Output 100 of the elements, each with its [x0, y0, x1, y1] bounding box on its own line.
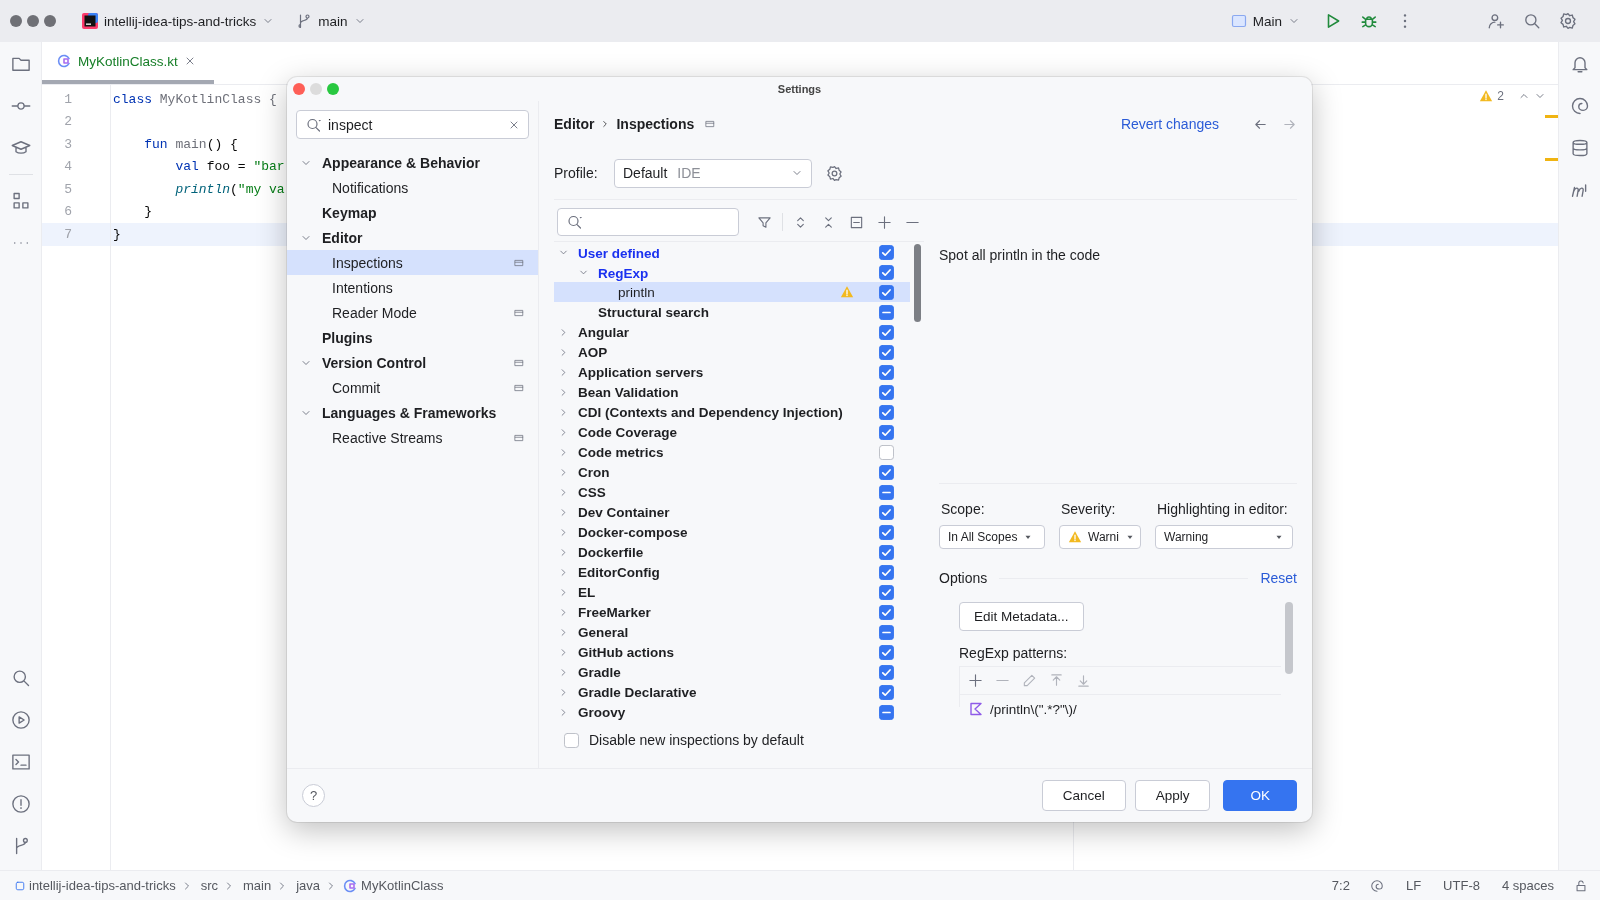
add-icon[interactable]	[877, 214, 892, 230]
settings-nav-item[interactable]: Keymap	[287, 200, 538, 225]
inspection-row[interactable]: Application servers	[554, 362, 910, 382]
checkbox[interactable]	[879, 544, 894, 560]
reset-link[interactable]: Reset	[1260, 570, 1297, 586]
path-crumb[interactable]: intellij-idea-tips-and-tricks	[29, 878, 176, 893]
file-encoding[interactable]: UTF-8	[1443, 878, 1480, 893]
settings-nav-item[interactable]: Notifications	[287, 175, 538, 200]
search-field[interactable]: inspect	[296, 110, 529, 139]
inspection-row[interactable]: AOP	[554, 342, 910, 362]
inspection-row[interactable]: Structural search	[554, 302, 910, 322]
search-field[interactable]	[557, 208, 739, 236]
checkbox[interactable]	[879, 604, 894, 620]
highlighting-dropdown[interactable]: Warning	[1155, 525, 1293, 549]
checkbox[interactable]	[879, 704, 894, 720]
spiral-icon[interactable]	[1569, 96, 1590, 116]
severity-dropdown[interactable]: Warni	[1059, 525, 1141, 549]
path-crumb[interactable]: main	[243, 878, 272, 893]
inspection-row[interactable]: Cron	[554, 462, 910, 482]
checkbox[interactable]	[879, 644, 894, 660]
add-user-icon[interactable]	[1487, 12, 1505, 30]
window-control[interactable]	[44, 15, 56, 27]
window-control[interactable]	[27, 15, 39, 27]
inspection-row[interactable]: Code metrics	[554, 442, 910, 462]
checkbox[interactable]	[879, 264, 894, 280]
run-icon[interactable]	[10, 710, 31, 730]
dialog-button[interactable]: Apply	[1134, 780, 1211, 811]
inspection-row[interactable]: RegExp	[554, 262, 910, 282]
search-icon[interactable]	[1523, 12, 1541, 30]
profile-dropdown[interactable]: Default IDE	[614, 158, 812, 188]
terminal-icon[interactable]	[10, 752, 31, 772]
inspection-row[interactable]: println	[554, 282, 910, 302]
project-selector[interactable]: intellij-idea-tips-and-tricks	[76, 9, 281, 33]
problems-icon[interactable]	[10, 794, 31, 814]
checkbox[interactable]	[879, 484, 894, 500]
inspection-row[interactable]: Groovy	[554, 702, 910, 722]
add-icon[interactable]	[968, 673, 983, 688]
inspection-row[interactable]: Dockerfile	[554, 542, 910, 562]
settings-nav-item[interactable]: Editor	[287, 225, 538, 250]
settings-nav-item[interactable]: Version Control	[287, 350, 538, 375]
window-control[interactable]	[10, 15, 22, 27]
search-icon[interactable]	[10, 668, 31, 688]
checkbox[interactable]	[879, 684, 894, 700]
checkbox[interactable]	[879, 464, 894, 480]
revert-changes-link[interactable]: Revert changes	[1120, 116, 1219, 132]
settings-nav-item[interactable]: Languages & Frameworks	[287, 400, 538, 425]
settings-nav-item[interactable]: Reactive Streams	[287, 425, 538, 450]
line-ending[interactable]: LF	[1405, 878, 1422, 893]
inspection-row[interactable]: EL	[554, 582, 910, 602]
inspection-row[interactable]: Code Coverage	[554, 422, 910, 442]
reset-icon[interactable]	[849, 214, 864, 230]
checkbox[interactable]	[879, 364, 894, 380]
inspection-row[interactable]: Bean Validation	[554, 382, 910, 402]
spiral-icon[interactable]	[1369, 878, 1384, 893]
checkbox[interactable]	[879, 504, 894, 520]
checkbox[interactable]	[879, 444, 894, 460]
checkbox[interactable]	[879, 524, 894, 540]
settings-nav-item[interactable]: Plugins	[287, 325, 538, 350]
inspection-row[interactable]: Docker-compose	[554, 522, 910, 542]
zoom-window-button[interactable]	[327, 83, 339, 95]
checkbox[interactable]	[879, 624, 894, 640]
settings-nav-item[interactable]: Commit	[287, 375, 538, 400]
scope-dropdown[interactable]: In All Scopes	[939, 525, 1045, 549]
inspection-row[interactable]: CSS	[554, 482, 910, 502]
checkbox[interactable]	[879, 324, 894, 340]
checkbox[interactable]	[879, 424, 894, 440]
path-crumb[interactable]: java	[296, 878, 321, 893]
scrollbar-thumb[interactable]	[1285, 602, 1293, 674]
inspection-row[interactable]: User defined	[554, 242, 910, 262]
help-button[interactable]: ?	[302, 784, 325, 807]
inspection-row[interactable]: Angular	[554, 322, 910, 342]
structure-icon[interactable]	[10, 191, 31, 211]
settings-nav-item[interactable]: Appearance & Behavior	[287, 150, 538, 175]
path-crumb[interactable]: MyKotlinClass	[361, 878, 444, 893]
pattern-item[interactable]: /println\(".*?"\)/	[990, 701, 1077, 717]
caret-position[interactable]: 7:2	[1331, 878, 1350, 893]
settings-icon[interactable]	[1559, 12, 1577, 30]
inspection-row[interactable]: GitHub actions	[554, 642, 910, 662]
inspection-row[interactable]: Gradle Declarative	[554, 682, 910, 702]
checkbox[interactable]	[879, 344, 894, 360]
inspection-row[interactable]: Dev Container	[554, 502, 910, 522]
inspection-row[interactable]: CDI (Contexts and Dependency Injection)	[554, 402, 910, 422]
close-window-button[interactable]	[293, 83, 305, 95]
path-crumb[interactable]: src	[200, 878, 218, 893]
checkbox[interactable]	[879, 304, 894, 320]
settings-icon[interactable]	[826, 164, 843, 182]
settings-nav-item[interactable]: Inspections	[287, 250, 538, 275]
checkbox[interactable]	[879, 384, 894, 400]
inspection-row[interactable]: Gradle	[554, 662, 910, 682]
indent-setting[interactable]: 4 spaces	[1501, 878, 1554, 893]
editor-tab[interactable]: MyKotlinClass.kt	[42, 42, 214, 84]
checkbox[interactable]	[879, 664, 894, 680]
inspection-row[interactable]: FreeMarker	[554, 602, 910, 622]
checkbox[interactable]	[879, 404, 894, 420]
dialog-button[interactable]: Cancel	[1041, 780, 1126, 811]
branch-selector[interactable]: main	[290, 9, 372, 33]
database-icon[interactable]	[1569, 138, 1590, 158]
settings-nav-item[interactable]: Intentions	[287, 275, 538, 300]
settings-nav-item[interactable]: Reader Mode	[287, 300, 538, 325]
inspection-row[interactable]: General	[554, 622, 910, 642]
